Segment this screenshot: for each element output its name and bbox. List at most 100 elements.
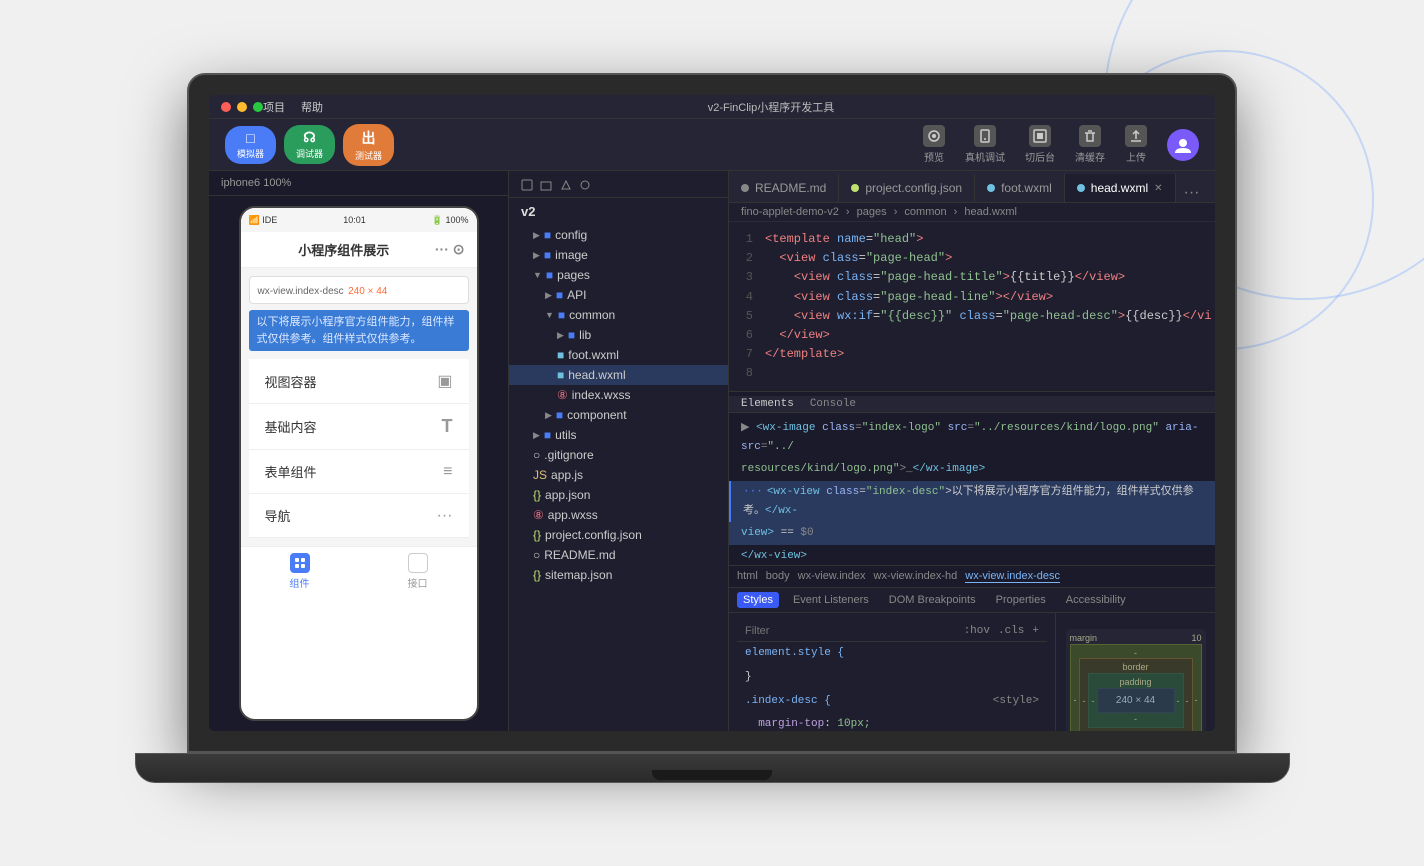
stab-styles[interactable]: Styles — [737, 592, 779, 608]
tab-more[interactable]: ··· — [1176, 184, 1208, 202]
ft-item-gitignore[interactable]: ○ .gitignore — [509, 445, 728, 465]
minimize-button[interactable] — [237, 102, 247, 112]
ft-root[interactable]: v2 — [509, 198, 728, 225]
ft-item-head-wxml[interactable]: ■ head.wxml — [509, 365, 728, 385]
app-header-actions[interactable]: ··· ⊙ — [435, 241, 465, 258]
tab-close-headwxml[interactable]: ✕ — [1154, 183, 1162, 194]
ft-item-appwxss[interactable]: ⑧ app.wxss — [509, 505, 728, 525]
ft-item-label: app.wxss — [548, 508, 598, 522]
ft-item-label: index.wxss — [572, 388, 631, 402]
ft-item-image[interactable]: ▶ ■ image — [509, 245, 728, 265]
tab-footwxml[interactable]: foot.wxml — [975, 174, 1065, 202]
ep-body[interactable]: body — [766, 570, 790, 583]
json-icon: {} — [533, 488, 541, 502]
ft-arrow: ▶ — [545, 290, 552, 301]
phone-menu-item-1[interactable]: 视图容器 ▣ — [249, 359, 469, 404]
simulate-button[interactable]: □ 模拟器 — [225, 126, 276, 164]
stab-accessibility[interactable]: Accessibility — [1060, 592, 1132, 608]
sim-header: iphone6 100% — [209, 171, 508, 196]
realtest-icon — [974, 125, 996, 147]
maximize-button[interactable] — [253, 102, 263, 112]
ft-item-readme[interactable]: ○ README.md — [509, 545, 728, 565]
upload-action[interactable]: 上传 — [1125, 125, 1147, 164]
ft-item-config[interactable]: ▶ ■ config — [509, 225, 728, 245]
menu-item-help[interactable]: 帮助 — [301, 99, 323, 115]
html-line-1: ▶ <wx-image class="index-logo" src="../r… — [729, 417, 1215, 458]
inspector-right: margin 10 - - — [1055, 613, 1215, 731]
debugger-tab-elements[interactable]: Elements — [741, 398, 794, 410]
cutbg-action[interactable]: 切后台 — [1025, 125, 1055, 164]
ft-item-label: lib — [579, 328, 591, 342]
ft-item-index-wxss[interactable]: ⑧ index.wxss — [509, 385, 728, 405]
inspector-left: :hov .cls + element.style { — [729, 613, 1055, 731]
user-avatar[interactable] — [1167, 129, 1199, 161]
test-button[interactable]: 出 测试器 — [343, 124, 394, 166]
menu-item-project[interactable]: 项目 — [263, 99, 285, 115]
ft-item-sitemapjson[interactable]: {} sitemap.json — [509, 565, 728, 585]
html-line-2: resources/kind/logo.png">_</wx-image> — [729, 458, 1215, 481]
nav-item-component[interactable]: 组件 — [241, 553, 359, 590]
close-button[interactable] — [221, 102, 231, 112]
ft-item-utils[interactable]: ▶ ■ utils — [509, 425, 728, 445]
border-left: - — [1083, 696, 1086, 706]
folder-icon: ■ — [558, 308, 565, 322]
ft-item-pages[interactable]: ▼ ■ pages — [509, 265, 728, 285]
nav-item-api[interactable]: 接口 — [359, 553, 477, 590]
hov-button[interactable]: :hov — [964, 625, 990, 637]
stab-properties[interactable]: Properties — [990, 592, 1052, 608]
clearcache-label: 清缓存 — [1075, 149, 1105, 164]
code-line-5: 5 <view wx:if="{{desc}}" class="page-hea… — [729, 307, 1215, 326]
debug-button[interactable]: ☊ 调试器 — [284, 125, 335, 164]
ft-item-appjson[interactable]: {} app.json — [509, 485, 728, 505]
tab-headwxml[interactable]: head.wxml ✕ — [1065, 174, 1176, 202]
file-tree-header — [509, 171, 728, 198]
tab-readme[interactable]: README.md — [729, 174, 839, 202]
ft-item-foot-wxml[interactable]: ■ foot.wxml — [509, 345, 728, 365]
debug-label: 调试器 — [296, 147, 323, 160]
nav-label-component: 组件 — [290, 575, 310, 590]
phone-menu-item-2[interactable]: 基础内容 T — [249, 404, 469, 450]
css-rule-element: element.style { — [737, 642, 1047, 666]
ft-item-label: foot.wxml — [568, 348, 619, 362]
phone-menu-item-4[interactable]: 导航 ··· — [249, 494, 469, 538]
ft-item-label: README.md — [544, 548, 615, 562]
debugger-tab-console[interactable]: Console — [810, 398, 856, 410]
stab-dom-breakpoints[interactable]: DOM Breakpoints — [883, 592, 982, 608]
tab-dot-footwxml — [987, 184, 995, 192]
ft-item-api[interactable]: ▶ ■ API — [509, 285, 728, 305]
plus-button[interactable]: + — [1032, 625, 1039, 637]
ft-header-label — [521, 177, 591, 191]
realtest-action[interactable]: 真机调试 — [965, 125, 1005, 164]
laptop-screen: 项目 帮助 v2-FinClip小程序开发工具 □ 模拟器 ☊ 调试器 — [209, 95, 1215, 731]
tab-projectconfig[interactable]: project.config.json — [839, 174, 975, 202]
styles-tabs: Styles Event Listeners DOM Breakpoints P… — [729, 588, 1215, 613]
clearcache-action[interactable]: 清缓存 — [1075, 125, 1105, 164]
test-label: 测试器 — [355, 149, 382, 162]
padding-bottom: - — [1092, 714, 1180, 724]
js-icon: JS — [533, 468, 547, 482]
tab-label-readme: README.md — [755, 181, 826, 195]
laptop: 项目 帮助 v2-FinClip小程序开发工具 □ 模拟器 ☊ 调试器 — [187, 73, 1237, 793]
ft-item-component[interactable]: ▶ ■ component — [509, 405, 728, 425]
ep-html[interactable]: html — [737, 570, 758, 583]
ft-item-label: component — [567, 408, 626, 422]
ep-wxview-index[interactable]: wx-view.index — [798, 570, 866, 583]
ep-wxview-indexdesc[interactable]: wx-view.index-desc — [965, 570, 1060, 583]
menu-icon-1: ▣ — [437, 371, 452, 391]
preview-action[interactable]: 预览 — [923, 125, 945, 164]
phone-menu-item-3[interactable]: 表单组件 ≡ — [249, 450, 469, 494]
app-title: 小程序组件展示 — [298, 240, 389, 259]
ft-item-lib[interactable]: ▶ ■ lib — [509, 325, 728, 345]
ep-wxview-indexhd[interactable]: wx-view.index-hd — [874, 570, 958, 583]
signal-status: 📶 IDE — [249, 215, 278, 226]
stab-event-listeners[interactable]: Event Listeners — [787, 592, 875, 608]
ft-item-common[interactable]: ▼ ■ common — [509, 305, 728, 325]
code-line-8: 8 — [729, 364, 1215, 383]
clearcache-icon — [1079, 125, 1101, 147]
ft-item-appjs[interactable]: JS app.js — [509, 465, 728, 485]
window-controls — [221, 102, 263, 112]
cls-button[interactable]: .cls — [998, 625, 1024, 637]
margin-label: margin — [1070, 633, 1098, 643]
ft-item-projectconfigjson[interactable]: {} project.config.json — [509, 525, 728, 545]
filter-input[interactable] — [745, 625, 956, 637]
